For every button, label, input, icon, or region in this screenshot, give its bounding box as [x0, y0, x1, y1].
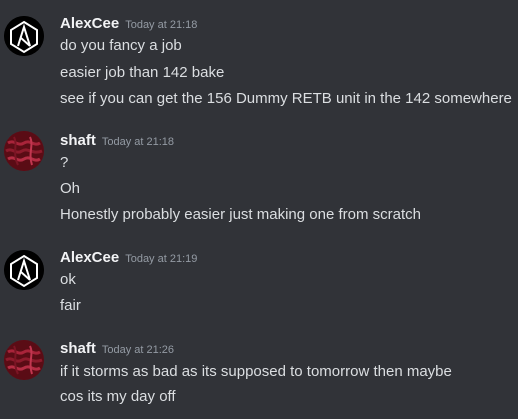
message-text: ok: [60, 271, 76, 288]
message-header: shaft Today at 21:18: [60, 132, 174, 152]
username[interactable]: AlexCee: [60, 249, 119, 266]
message-text: do you fancy a job: [60, 37, 182, 54]
message-header: AlexCee Today at 21:18: [60, 15, 197, 35]
timestamp[interactable]: Today at 21:19: [125, 253, 197, 265]
linkin-park-logo-icon: [4, 250, 44, 290]
username[interactable]: shaft: [60, 132, 96, 149]
avatar[interactable]: [4, 16, 44, 56]
message-text: Oh: [60, 180, 81, 197]
red-texture-avatar-icon: [4, 340, 44, 380]
message-text: fair: [60, 297, 81, 314]
username[interactable]: AlexCee: [60, 15, 119, 32]
message-text: see if you can get the 156 Dummy RETB un…: [60, 90, 512, 107]
avatar[interactable]: [4, 340, 44, 380]
username[interactable]: shaft: [60, 340, 96, 357]
timestamp[interactable]: Today at 21:26: [102, 344, 174, 356]
message-text: if it storms as bad as its supposed to t…: [60, 363, 452, 380]
avatar[interactable]: [4, 131, 44, 171]
timestamp[interactable]: Today at 21:18: [125, 19, 197, 31]
message-text: easier job than 142 bake: [60, 64, 225, 81]
red-texture-avatar-icon: [4, 131, 44, 171]
message-text: ?: [60, 154, 69, 171]
message-header: AlexCee Today at 21:19: [60, 249, 197, 269]
linkin-park-logo-icon: [4, 16, 44, 56]
avatar[interactable]: [4, 250, 44, 290]
message-text: Honestly probably easier just making one…: [60, 206, 421, 223]
message-text: cos its my day off: [60, 388, 176, 405]
message-header: shaft Today at 21:26: [60, 340, 174, 360]
timestamp[interactable]: Today at 21:18: [102, 136, 174, 148]
